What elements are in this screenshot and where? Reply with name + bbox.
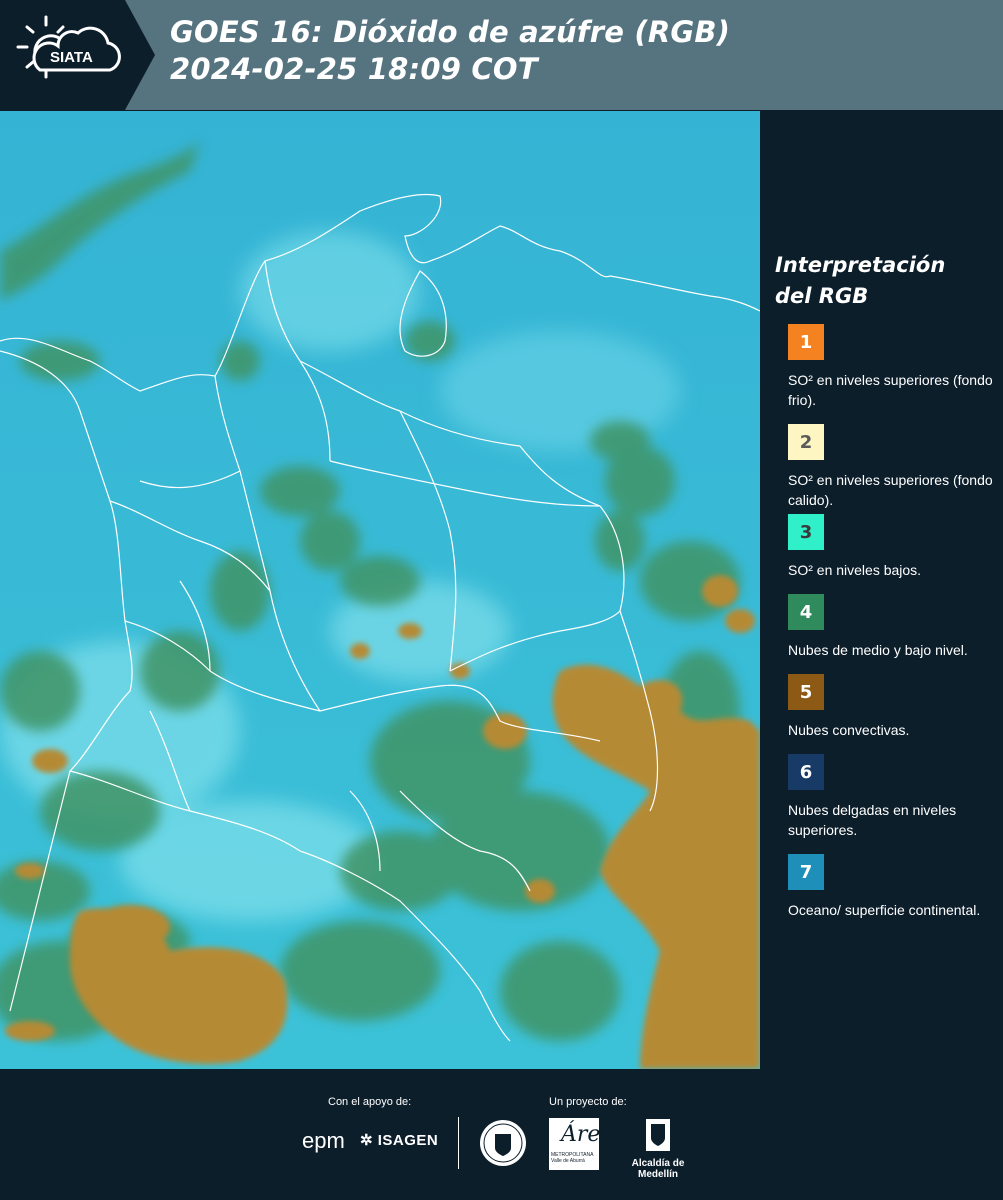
logo-text: SIATA [50, 49, 93, 66]
area-metropolitana-logo: Área METROPOLITANA Valle de Aburrá [549, 1118, 614, 1170]
legend-item-2: 2 SO² en niveles superiores (fondo calido… [775, 424, 1000, 510]
medellin-seal-icon [478, 1118, 528, 1172]
legend-swatch: 2 [788, 424, 824, 460]
legend-item-5: 5 Nubes convectivas. [775, 674, 1000, 740]
epm-logo: epm [302, 1128, 345, 1153]
area-logo-subtext: METROPOLITANA Valle de Aburrá [551, 1152, 594, 1164]
legend-label: Nubes de medio y bajo nivel. [788, 642, 968, 658]
isagen-logo: ✲ ISAGEN [360, 1132, 439, 1149]
legend-item-1: 1 SO² en niveles superiores (fondo frio). [775, 324, 1000, 410]
page-title: GOES 16: Dióxido de azúfre (RGB) 2024-02… [170, 14, 730, 88]
satellite-map [0, 111, 760, 1069]
legend: Interpretación del RGB 1 SO² en niveles s… [775, 250, 1000, 934]
legend-items: 1 SO² en niveles superiores (fondo frio).… [775, 324, 1000, 920]
legend-title: Interpretación del RGB [775, 250, 1000, 312]
legend-label: Nubes convectivas. [788, 722, 910, 738]
header-bar: SIATA GOES 16: Dióxido de azúfre (RGB) 2… [0, 0, 1003, 110]
legend-swatch: 1 [788, 324, 824, 360]
footer: Con el apoyo de: Un proyecto de: epm ✲ I… [0, 1070, 1003, 1200]
legend-label: Nubes delgadas en niveles superiores. [788, 802, 957, 838]
title-line-1: GOES 16: Dióxido de azúfre (RGB) [170, 15, 731, 49]
legend-label: SO² en niveles superiores (fondo calido)… [788, 472, 993, 508]
legend-item-6: 6 Nubes delgadas en niveles superiores. [775, 754, 1000, 840]
legend-swatch: 7 [788, 854, 824, 890]
alcaldia-logo: Alcaldía de Medellín [612, 1118, 704, 1180]
alcaldia-text: Alcaldía de Medellín [631, 1158, 685, 1180]
area-logo-text: Área [561, 1122, 614, 1147]
legend-swatch: 6 [788, 754, 824, 790]
legend-swatch: 5 [788, 674, 824, 710]
siata-logo: SIATA [0, 0, 155, 110]
footer-divider [458, 1117, 459, 1169]
legend-title-line-2: del RGB [775, 284, 869, 308]
support-label: Con el apoyo de: [328, 1096, 412, 1108]
legend-label: SO² en niveles superiores (fondo frio). [788, 372, 993, 408]
title-line-2: 2024-02-25 18:09 COT [170, 52, 538, 86]
legend-item-3: 3 SO² en niveles bajos. [775, 514, 1000, 580]
alcaldia-shield-icon [646, 1119, 670, 1151]
legend-item-4: 4 Nubes de medio y bajo nivel. [775, 594, 1000, 660]
legend-item-7: 7 Oceano/ superficie continental. [775, 854, 1000, 920]
legend-swatch: 4 [788, 594, 824, 630]
isagen-text: ISAGEN [377, 1132, 439, 1149]
legend-title-line-1: Interpretación [775, 253, 946, 277]
legend-label: Oceano/ superficie continental. [788, 902, 981, 918]
legend-label: SO² en niveles bajos. [788, 562, 922, 578]
legend-swatch: 3 [788, 514, 824, 550]
project-label: Un proyecto de: [549, 1096, 627, 1108]
